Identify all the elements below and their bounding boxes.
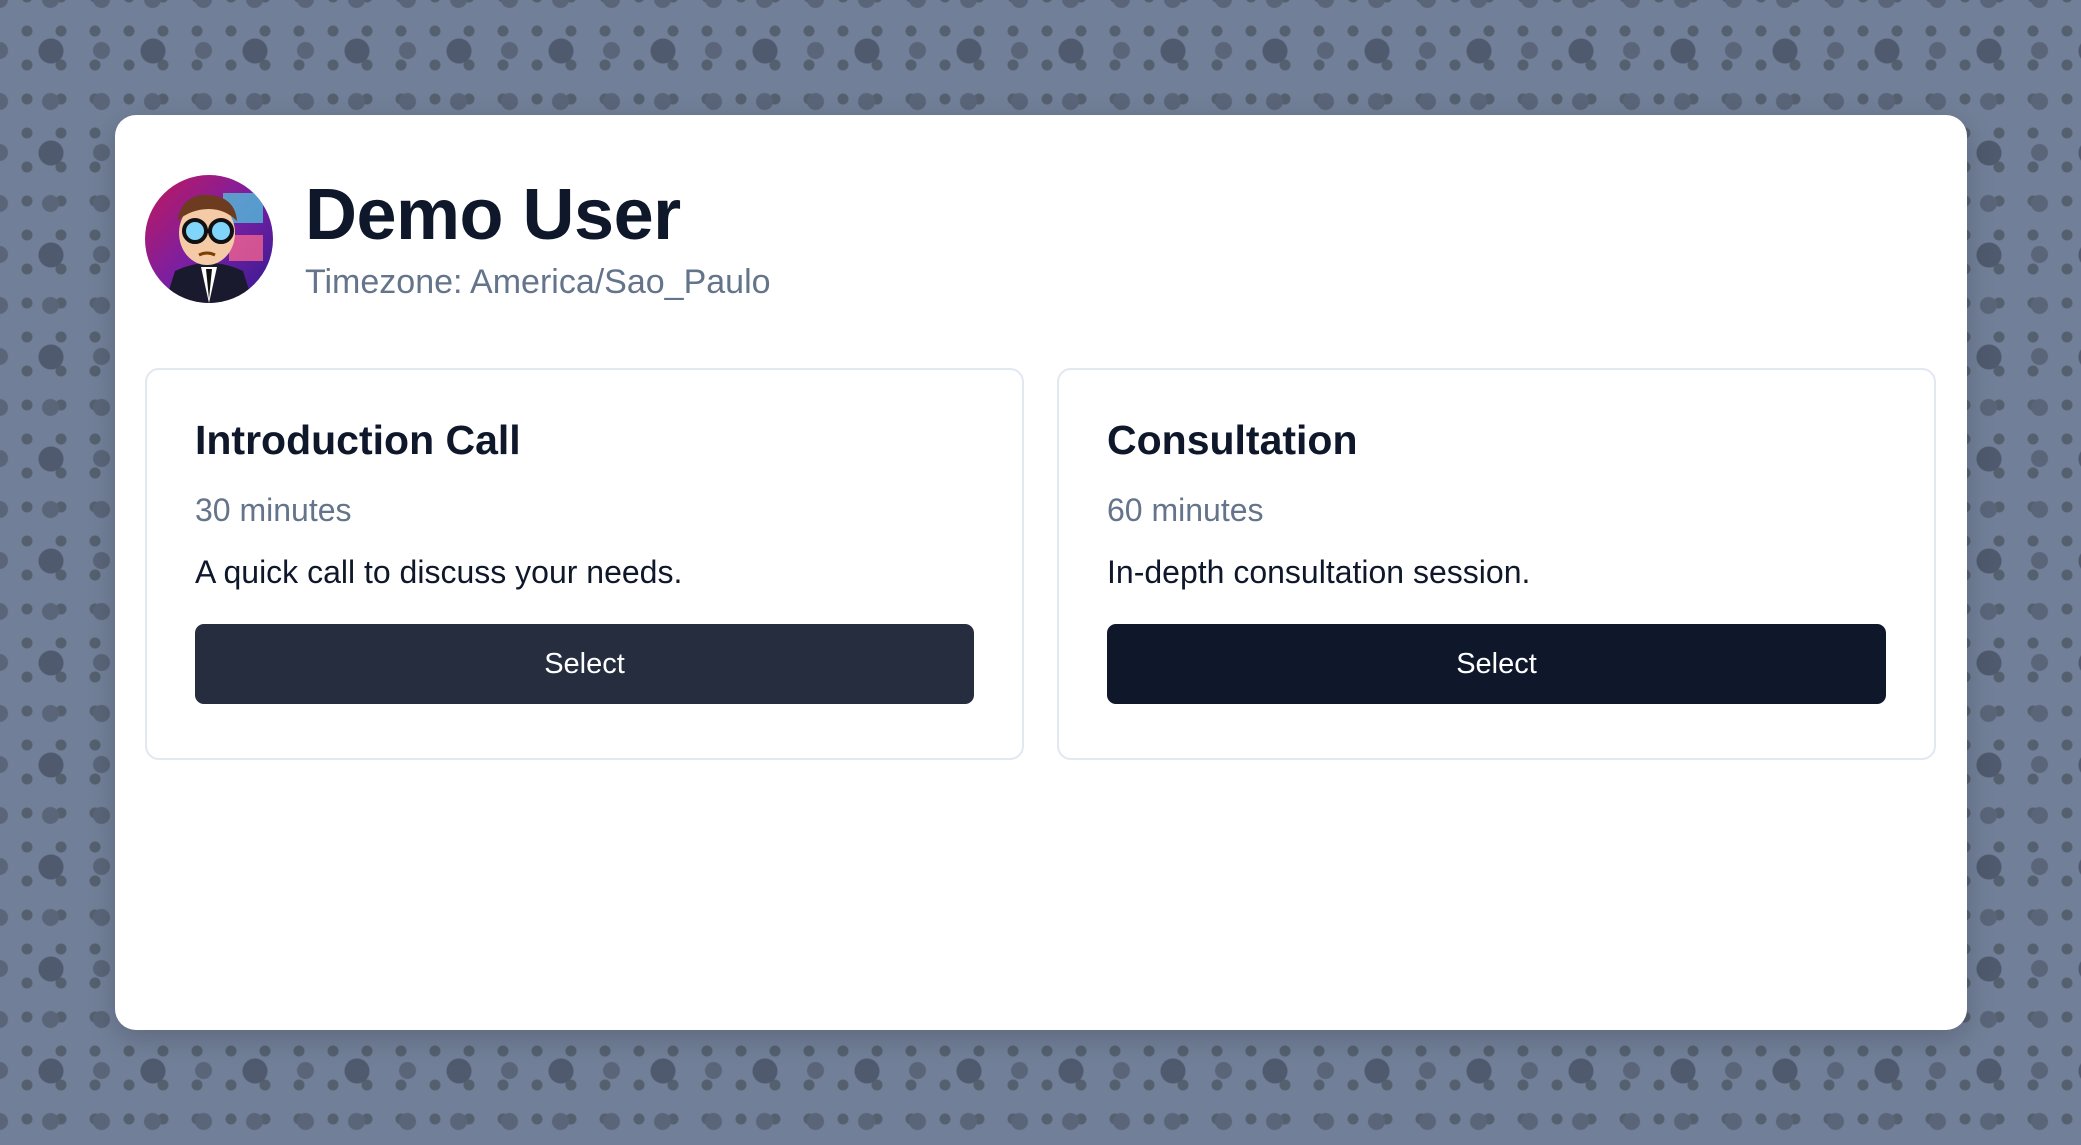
event-duration: 60 minutes	[1107, 492, 1264, 528]
event-description: In-depth consultation session.	[1107, 554, 1531, 590]
avatar	[145, 175, 273, 303]
cartoon-avatar-icon	[145, 175, 273, 303]
select-introduction-call-button[interactable]: Select	[195, 624, 974, 704]
profile-header: Demo User Timezone: America/Sao_Paulo	[145, 175, 771, 303]
select-consultation-button[interactable]: Select	[1107, 624, 1886, 704]
event-title: Consultation	[1107, 417, 1358, 463]
event-card-consultation: Consultation 60 minutes In-depth consult…	[1057, 368, 1936, 760]
event-card-introduction-call: Introduction Call 30 minutes A quick cal…	[145, 368, 1024, 760]
booking-card: Demo User Timezone: America/Sao_Paulo In…	[115, 115, 1967, 1030]
timezone-label: Timezone: America/Sao_Paulo	[305, 263, 771, 301]
event-types-list: Introduction Call 30 minutes A quick cal…	[145, 368, 1936, 760]
profile-text: Demo User Timezone: America/Sao_Paulo	[305, 179, 771, 299]
user-name: Demo User	[305, 175, 681, 255]
event-title: Introduction Call	[195, 417, 521, 463]
event-duration: 30 minutes	[195, 492, 352, 528]
event-description: A quick call to discuss your needs.	[195, 554, 683, 590]
